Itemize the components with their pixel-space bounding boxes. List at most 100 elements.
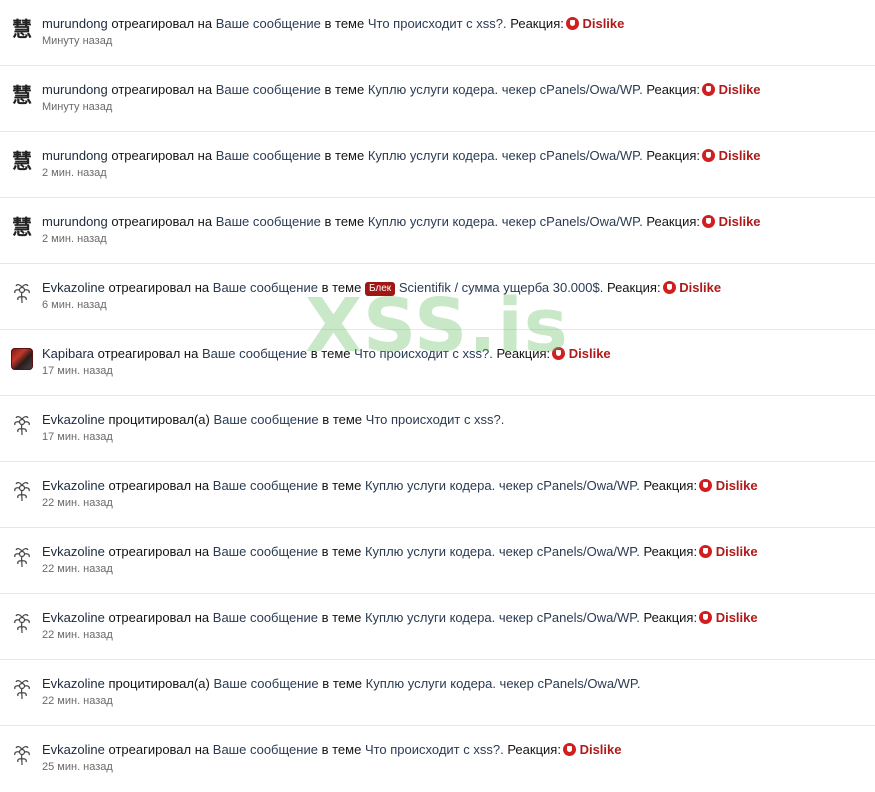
alert-row[interactable]: Evkazoline отреагировал на Ваше сообщени… bbox=[0, 528, 875, 594]
reaction-name: Dislike bbox=[582, 16, 625, 31]
thread-link[interactable]: Куплю услуги кодера. чекер cPanels/Owa/W… bbox=[365, 544, 640, 559]
alert-row[interactable]: Evkazoline отреагировал на Ваше сообщени… bbox=[0, 726, 875, 792]
username-link[interactable]: Evkazoline bbox=[42, 412, 105, 427]
avatar-kanji-glyph: 慧 bbox=[12, 149, 32, 173]
alert-verb: отреагировал на bbox=[108, 742, 210, 757]
dislike-icon bbox=[699, 545, 713, 558]
thread-link[interactable]: Куплю услуги кодера. чекер cPanels/Owa/W… bbox=[365, 610, 640, 625]
avatar-flower-icon[interactable] bbox=[11, 282, 33, 304]
in-thread-label: в теме bbox=[321, 544, 362, 559]
your-post-link[interactable]: Ваше сообщение bbox=[213, 610, 318, 625]
avatar-kanji[interactable]: 慧 bbox=[11, 216, 33, 238]
alert-text: Evkazoline отреагировал на Ваше сообщени… bbox=[42, 478, 758, 494]
thread-link[interactable]: Что происходит с xss?. bbox=[368, 16, 507, 31]
your-post-link[interactable]: Ваше сообщение bbox=[202, 346, 307, 361]
alert-row[interactable]: Evkazoline отреагировал на Ваше сообщени… bbox=[0, 462, 875, 528]
in-thread-label: в теме bbox=[324, 82, 365, 97]
username-link[interactable]: Evkazoline bbox=[42, 280, 105, 295]
alert-time: 25 мин. назад bbox=[42, 761, 113, 773]
dislike-icon bbox=[699, 611, 713, 624]
your-post-link[interactable]: Ваше сообщение bbox=[213, 676, 318, 691]
your-post-link[interactable]: Ваше сообщение bbox=[216, 16, 321, 31]
avatar-kanji[interactable]: 慧 bbox=[11, 18, 33, 40]
avatar-flower-icon[interactable] bbox=[11, 546, 33, 568]
your-post-link[interactable]: Ваше сообщение bbox=[216, 82, 321, 97]
username-link[interactable]: murundong bbox=[42, 82, 108, 97]
alert-text: Evkazoline процитировал(а) Ваше сообщени… bbox=[42, 412, 504, 428]
alert-row[interactable]: Kapibara отреагировал на Ваше сообщение … bbox=[0, 330, 875, 396]
alert-row[interactable]: 慧 murundong отреагировал на Ваше сообщени… bbox=[0, 66, 875, 132]
your-post-link[interactable]: Ваше сообщение bbox=[213, 478, 318, 493]
alert-time: 22 мин. назад bbox=[42, 695, 113, 707]
thread-link[interactable]: Scientifik / сумма ущерба 30.000$. bbox=[399, 280, 604, 295]
reaction-label: Реакция: bbox=[643, 610, 698, 625]
reaction-name: Dislike bbox=[715, 610, 758, 625]
reaction-name: Dislike bbox=[718, 82, 761, 97]
reaction-label: Реакция: bbox=[606, 280, 661, 295]
avatar-kanji[interactable]: 慧 bbox=[11, 84, 33, 106]
reaction-name: Dislike bbox=[718, 214, 761, 229]
your-post-link[interactable]: Ваше сообщение bbox=[213, 280, 318, 295]
alert-row[interactable]: 慧 murundong отреагировал на Ваше сообщени… bbox=[0, 0, 875, 66]
thread-link[interactable]: Что происходит с xss?. bbox=[366, 412, 505, 427]
username-link[interactable]: Evkazoline bbox=[42, 478, 105, 493]
alert-verb: отреагировал на bbox=[108, 544, 210, 559]
alert-text: murundong отреагировал на Ваше сообщение… bbox=[42, 16, 624, 32]
in-thread-label: в теме bbox=[322, 412, 363, 427]
username-link[interactable]: Evkazoline bbox=[42, 676, 105, 691]
thread-link[interactable]: Куплю услуги кодера. чекер cPanels/Owa/W… bbox=[366, 676, 641, 691]
thread-link[interactable]: Куплю услуги кодера. чекер cPanels/Owa/W… bbox=[365, 478, 640, 493]
avatar-flower-icon[interactable] bbox=[11, 414, 33, 436]
avatar-kanji-glyph: 慧 bbox=[12, 83, 32, 107]
avatar-kanji[interactable]: 慧 bbox=[11, 150, 33, 172]
username-link[interactable]: murundong bbox=[42, 148, 108, 163]
dislike-icon bbox=[552, 347, 566, 360]
in-thread-label: в теме bbox=[324, 148, 365, 163]
avatar-kapibara[interactable] bbox=[11, 348, 33, 370]
thread-prefix-badge: Блек bbox=[364, 282, 396, 296]
username-link[interactable]: Evkazoline bbox=[42, 544, 105, 559]
avatar-flower-icon[interactable] bbox=[11, 744, 33, 766]
alert-row[interactable]: 慧 murundong отреагировал на Ваше сообщени… bbox=[0, 132, 875, 198]
alert-list: 慧 murundong отреагировал на Ваше сообщени… bbox=[0, 0, 875, 792]
alert-text: Evkazoline процитировал(а) Ваше сообщени… bbox=[42, 676, 641, 692]
alert-row[interactable]: Evkazoline отреагировал на Ваше сообщени… bbox=[0, 264, 875, 330]
alert-row[interactable]: Evkazoline процитировал(а) Ваше сообщени… bbox=[0, 396, 875, 462]
thread-link[interactable]: Куплю услуги кодера. чекер cPanels/Owa/W… bbox=[368, 148, 643, 163]
alert-text: Evkazoline отреагировал на Ваше сообщени… bbox=[42, 742, 621, 758]
username-link[interactable]: murundong bbox=[42, 214, 108, 229]
your-post-link[interactable]: Ваше сообщение bbox=[216, 148, 321, 163]
avatar-flower-icon[interactable] bbox=[11, 678, 33, 700]
alert-verb: процитировал(а) bbox=[108, 676, 210, 691]
alert-text: murundong отреагировал на Ваше сообщение… bbox=[42, 214, 761, 230]
your-post-link[interactable]: Ваше сообщение bbox=[213, 544, 318, 559]
alert-verb: отреагировал на bbox=[111, 82, 213, 97]
in-thread-label: в теме bbox=[321, 742, 362, 757]
username-link[interactable]: murundong bbox=[42, 16, 108, 31]
alert-text: Evkazoline отреагировал на Ваше сообщени… bbox=[42, 544, 758, 560]
your-post-link[interactable]: Ваше сообщение bbox=[213, 742, 318, 757]
alert-verb: отреагировал на bbox=[111, 16, 213, 31]
alert-text: murundong отреагировал на Ваше сообщение… bbox=[42, 82, 761, 98]
dislike-icon bbox=[565, 17, 579, 30]
dislike-icon bbox=[701, 83, 715, 96]
your-post-link[interactable]: Ваше сообщение bbox=[213, 412, 318, 427]
dislike-icon bbox=[699, 479, 713, 492]
alert-verb: процитировал(а) bbox=[108, 412, 210, 427]
alert-row[interactable]: 慧 murundong отреагировал на Ваше сообщени… bbox=[0, 198, 875, 264]
thread-link[interactable]: Куплю услуги кодера. чекер cPanels/Owa/W… bbox=[368, 82, 643, 97]
avatar-flower-icon[interactable] bbox=[11, 480, 33, 502]
reaction-label: Реакция: bbox=[496, 346, 551, 361]
alert-text: murundong отреагировал на Ваше сообщение… bbox=[42, 148, 761, 164]
your-post-link[interactable]: Ваше сообщение bbox=[216, 214, 321, 229]
thread-link[interactable]: Куплю услуги кодера. чекер cPanels/Owa/W… bbox=[368, 214, 643, 229]
avatar-flower-icon[interactable] bbox=[11, 612, 33, 634]
username-link[interactable]: Kapibara bbox=[42, 346, 94, 361]
thread-link[interactable]: Что происходит с xss?. bbox=[365, 742, 504, 757]
in-thread-label: в теме bbox=[321, 478, 362, 493]
alert-row[interactable]: Evkazoline отреагировал на Ваше сообщени… bbox=[0, 594, 875, 660]
thread-link[interactable]: Что происходит с xss?. bbox=[354, 346, 493, 361]
username-link[interactable]: Evkazoline bbox=[42, 610, 105, 625]
username-link[interactable]: Evkazoline bbox=[42, 742, 105, 757]
alert-row[interactable]: Evkazoline процитировал(а) Ваше сообщени… bbox=[0, 660, 875, 726]
